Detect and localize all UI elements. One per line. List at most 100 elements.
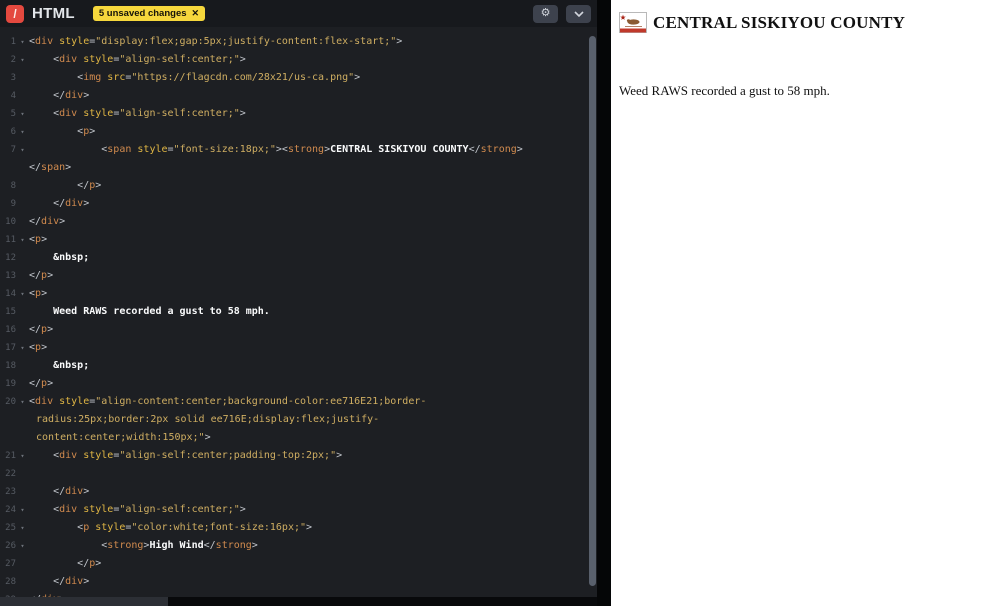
code-line[interactable]: </span> bbox=[0, 159, 597, 177]
code-line[interactable]: 8 </p> bbox=[0, 177, 597, 195]
code-lines[interactable]: 1 ▾ <div style="display:flex;gap:5px;justi… bbox=[0, 27, 597, 606]
code-line[interactable]: radius:25px;border:2px solid ee716E;disp… bbox=[0, 411, 597, 429]
line-number: 25 bbox=[5, 523, 16, 533]
preview-paragraph: Weed RAWS recorded a gust to 58 mph. bbox=[619, 83, 830, 98]
code-line[interactable]: 11 ▾ <p> bbox=[0, 231, 597, 249]
code-line[interactable]: 9 </div> bbox=[0, 195, 597, 213]
result-pane: CENTRAL SISKIYOU COUNTY Weed RAWS record… bbox=[611, 0, 998, 606]
fold-toggle-icon[interactable]: ▾ bbox=[16, 519, 29, 537]
code-line[interactable]: 23 </div> bbox=[0, 483, 597, 501]
code-text: </div> bbox=[53, 90, 90, 101]
code-line[interactable]: 4 </div> bbox=[0, 87, 597, 105]
fold-toggle-icon[interactable]: ▾ bbox=[16, 231, 29, 249]
code-line[interactable]: 14 ▾ <p> bbox=[0, 285, 597, 303]
code-text: <div style="align-self:center;padding-to… bbox=[53, 450, 343, 461]
horizontal-scrollbar[interactable] bbox=[0, 597, 597, 606]
code-text: <img src="https://flagcdn.com/28x21/us-c… bbox=[77, 72, 361, 83]
line-number: 26 bbox=[5, 541, 16, 551]
line-number: 6 bbox=[10, 127, 16, 137]
code-line[interactable]: 21 ▾ <div style="align-self:center;paddin… bbox=[0, 447, 597, 465]
line-number bbox=[0, 159, 16, 177]
line-number: 16 bbox=[5, 325, 16, 335]
fold-toggle-icon[interactable]: ▾ bbox=[16, 33, 29, 51]
close-icon[interactable]: ✕ bbox=[192, 8, 200, 19]
code-line[interactable]: 2 ▾ <div style="align-self:center;"> bbox=[0, 51, 597, 69]
code-text: <div style="align-content:center;backgro… bbox=[29, 396, 427, 407]
code-text: </p> bbox=[29, 324, 54, 335]
code-line[interactable]: 13 </p> bbox=[0, 267, 597, 285]
fold-toggle-icon[interactable]: ▾ bbox=[16, 123, 29, 141]
code-line[interactable]: 27 </p> bbox=[0, 555, 597, 573]
code-line[interactable]: 17 ▾ <p> bbox=[0, 339, 597, 357]
code-line[interactable]: 3 <img src="https://flagcdn.com/28x21/us… bbox=[0, 69, 597, 87]
code-text: </p> bbox=[77, 180, 102, 191]
line-number: 28 bbox=[5, 577, 16, 587]
horizontal-scrollbar-thumb[interactable] bbox=[0, 597, 168, 606]
editor-logo-icon: / bbox=[6, 4, 24, 23]
code-line[interactable]: 24 ▾ <div style="align-self:center;"> bbox=[0, 501, 597, 519]
code-text: <div style="display:flex;gap:5px;justify… bbox=[29, 36, 403, 47]
code-line[interactable]: 10 </div> bbox=[0, 213, 597, 231]
gear-icon: ⚙ bbox=[540, 7, 551, 19]
code-line[interactable]: 6 ▾ <p> bbox=[0, 123, 597, 141]
code-line[interactable]: 26 ▾ <strong>High Wind</strong> bbox=[0, 537, 597, 555]
fold-toggle-icon[interactable]: ▾ bbox=[16, 285, 29, 303]
unsaved-changes-badge[interactable]: 5 unsaved changes ✕ bbox=[92, 6, 206, 21]
html-editor-pane: / HTML 5 unsaved changes ✕ ⚙ 1 ▾ <div styl… bbox=[0, 0, 597, 606]
code-line[interactable]: 28 </div> bbox=[0, 573, 597, 591]
code-line[interactable]: 7 ▾ <span style="font-size:18px;"><strong… bbox=[0, 141, 597, 159]
pane-divider[interactable] bbox=[597, 0, 611, 606]
code-line[interactable]: 15 Weed RAWS recorded a gust to 58 mph. bbox=[0, 303, 597, 321]
line-number: 1 bbox=[10, 37, 16, 47]
code-text: </p> bbox=[29, 270, 54, 281]
fold-toggle-icon[interactable]: ▾ bbox=[16, 501, 29, 519]
fold-toggle-icon[interactable]: ▾ bbox=[16, 537, 29, 555]
line-number: 14 bbox=[5, 289, 16, 299]
line-number: 23 bbox=[5, 487, 16, 497]
vertical-scrollbar-thumb[interactable] bbox=[589, 36, 596, 586]
collapse-panel-button[interactable] bbox=[566, 4, 591, 23]
code-text: </span> bbox=[29, 162, 72, 173]
code-line[interactable]: 25 ▾ <p style="color:white;font-size:16px… bbox=[0, 519, 597, 537]
line-number bbox=[0, 411, 16, 429]
code-text: <p> bbox=[29, 288, 48, 299]
code-line[interactable]: 18 &nbsp; bbox=[0, 357, 597, 375]
code-text: <div style="align-self:center;"> bbox=[53, 504, 246, 515]
settings-button[interactable]: ⚙ bbox=[533, 4, 558, 23]
code-line[interactable]: 16 </p> bbox=[0, 321, 597, 339]
line-number: 19 bbox=[5, 379, 16, 389]
code-line[interactable]: 5 ▾ <div style="align-self:center;"> bbox=[0, 105, 597, 123]
code-text: </div> bbox=[53, 486, 90, 497]
code-line[interactable]: 22 bbox=[0, 465, 597, 483]
line-number: 18 bbox=[5, 361, 16, 371]
code-line[interactable]: 20 ▾ <div style="align-content:center;back… bbox=[0, 393, 597, 411]
fold-toggle-icon[interactable]: ▾ bbox=[16, 105, 29, 123]
code-line[interactable]: 19 </p> bbox=[0, 375, 597, 393]
fold-toggle-icon[interactable]: ▾ bbox=[16, 447, 29, 465]
code-line[interactable]: 1 ▾ <div style="display:flex;gap:5px;justi… bbox=[0, 33, 597, 51]
fold-toggle-icon[interactable]: ▾ bbox=[16, 393, 29, 411]
code-text: </div> bbox=[53, 576, 90, 587]
line-number: 12 bbox=[5, 253, 16, 263]
fold-toggle-icon[interactable]: ▾ bbox=[16, 339, 29, 357]
line-number: 5 bbox=[10, 109, 16, 119]
editor-header: / HTML 5 unsaved changes ✕ ⚙ bbox=[0, 0, 597, 27]
line-number: 27 bbox=[5, 559, 16, 569]
line-number: 22 bbox=[5, 469, 16, 479]
code-line[interactable]: content:center;width:150px;"> bbox=[0, 429, 597, 447]
fold-toggle-icon[interactable]: ▾ bbox=[16, 51, 29, 69]
line-number: 17 bbox=[5, 343, 16, 353]
fold-toggle-icon[interactable]: ▾ bbox=[16, 141, 29, 159]
preview-heading: CENTRAL SISKIYOU COUNTY bbox=[653, 12, 906, 32]
code-line[interactable]: 12 &nbsp; bbox=[0, 249, 597, 267]
panel-title: HTML bbox=[32, 5, 75, 22]
app-window: / HTML 5 unsaved changes ✕ ⚙ 1 ▾ <div styl… bbox=[0, 0, 998, 606]
